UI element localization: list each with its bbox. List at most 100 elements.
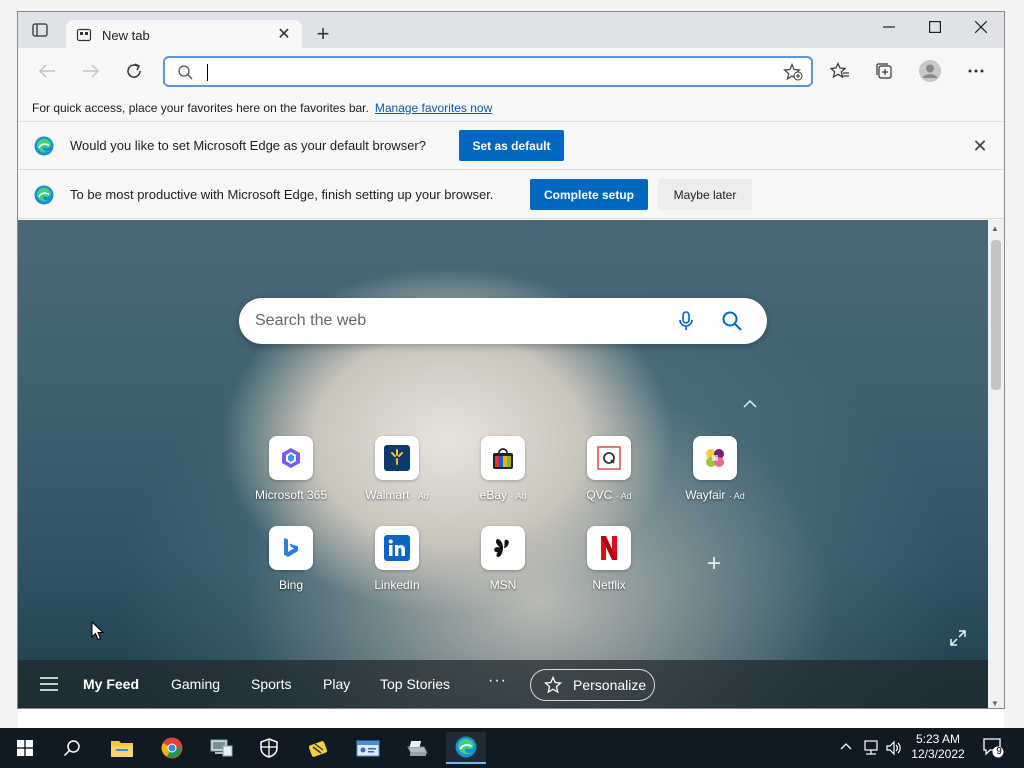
taskbar-file-explorer[interactable] [102, 732, 142, 764]
tile-ebay[interactable]: eBay · Ad [458, 436, 548, 502]
action-center-button[interactable]: 9 [982, 736, 1004, 758]
shield-icon [260, 738, 278, 758]
feed-tab-play[interactable]: Play [323, 676, 350, 692]
new-tab-page: Search the web Microsoft 365 Walmart · A… [18, 220, 988, 708]
edge-logo-icon [34, 136, 54, 156]
network-icon[interactable] [862, 740, 880, 756]
back-arrow-icon [38, 64, 55, 78]
tile-msn[interactable]: MSN [458, 526, 548, 592]
edge-logo-icon [455, 736, 477, 758]
desktop-background-left [0, 0, 18, 728]
personalize-button[interactable]: Personalize [530, 669, 655, 701]
favorites-bar-hint: For quick access, place your favorites h… [32, 100, 369, 115]
wayfair-icon [706, 449, 724, 467]
tab-title: New tab [102, 27, 150, 43]
printer-icon [407, 741, 428, 756]
taskbar-search-button[interactable] [52, 732, 92, 764]
feed-more-button[interactable]: ··· [488, 672, 507, 690]
taskbar-security[interactable] [249, 732, 289, 764]
text-caret [207, 64, 208, 81]
set-as-default-button[interactable]: Set as default [459, 130, 564, 161]
notification-count-badge: 9 [996, 746, 1002, 757]
tile-bing[interactable]: Bing [246, 526, 336, 592]
collections-icon [876, 63, 892, 79]
manage-favorites-link[interactable]: Manage favorites now [375, 101, 492, 115]
scroll-down-icon[interactable]: ▼ [991, 699, 999, 708]
volume-icon[interactable] [885, 740, 901, 756]
clock-date: 12/3/2022 [911, 747, 965, 761]
walmart-icon [384, 445, 410, 471]
setup-message: To be most productive with Microsoft Edg… [70, 187, 494, 202]
feed-tab-top-stories[interactable]: Top Stories [380, 676, 450, 692]
feed-tab-my-feed[interactable]: My Feed [83, 676, 139, 692]
feed-tab-sports[interactable]: Sports [251, 676, 291, 692]
new-tab-button[interactable]: + [312, 23, 334, 46]
refresh-icon [127, 63, 141, 78]
search-submit-icon[interactable] [721, 310, 743, 332]
forward-button[interactable] [78, 58, 104, 84]
microsoft-365-icon [282, 448, 300, 468]
browser-window: New tab ✕ + For quick access, place your… [17, 11, 1005, 709]
page-scrollbar[interactable]: ▲ ▼ [988, 220, 1004, 708]
web-search-box[interactable]: Search the web [239, 298, 767, 344]
tile-netflix[interactable]: Netflix [564, 526, 654, 592]
favorites-button[interactable] [829, 60, 851, 82]
tab-bar: New tab ✕ + [18, 12, 1004, 50]
windows-logo-icon [17, 740, 33, 756]
msn-butterfly-icon [494, 539, 509, 557]
search-icon [63, 740, 80, 757]
tile-walmart[interactable]: Walmart · Ad [352, 436, 442, 502]
profile-button[interactable] [919, 60, 941, 82]
close-infobar-icon[interactable]: ✕ [972, 137, 988, 155]
close-window-button[interactable] [958, 12, 1004, 42]
edge-logo-icon [34, 185, 54, 205]
maybe-later-button[interactable]: Maybe later [658, 179, 752, 210]
tab-actions-icon[interactable] [30, 22, 50, 38]
back-button[interactable] [34, 58, 60, 84]
favorites-icon [830, 62, 849, 79]
hamburger-menu-icon[interactable] [40, 677, 58, 691]
tab-new-tab[interactable]: New tab ✕ [66, 20, 302, 50]
scrollbar-thumb[interactable] [991, 240, 1001, 390]
chrome-icon [161, 737, 183, 759]
collections-button[interactable] [873, 60, 895, 82]
search-icon [178, 65, 193, 80]
tile-wayfair[interactable]: Wayfair · Ad [670, 436, 760, 502]
add-site-icon[interactable]: + [703, 552, 725, 576]
chevron-up-icon[interactable] [742, 398, 758, 410]
system-clock[interactable]: 5:23 AM 12/3/2022 [906, 732, 970, 762]
taskbar-app-network[interactable] [201, 732, 241, 764]
hand-tool-icon [308, 741, 328, 757]
feed-tab-gaming[interactable]: Gaming [171, 676, 220, 692]
minimize-button[interactable] [866, 12, 912, 42]
setup-infobar: To be most productive with Microsoft Edg… [18, 171, 1004, 219]
taskbar-app-hand[interactable] [298, 732, 338, 764]
tile-microsoft-365[interactable]: Microsoft 365 [246, 436, 336, 502]
tab-close-icon[interactable]: ✕ [276, 27, 292, 43]
taskbar-app-contacts[interactable] [348, 732, 388, 764]
contacts-card-icon [356, 740, 380, 757]
address-input[interactable] [205, 62, 765, 82]
microphone-icon[interactable] [675, 310, 697, 332]
tile-linkedin[interactable]: LinkedIn [352, 526, 442, 592]
default-browser-message: Would you like to set Microsoft Edge as … [70, 138, 426, 153]
tile-qvc[interactable]: QVC · Ad [564, 436, 654, 502]
maximize-button[interactable] [912, 12, 958, 42]
desktop-background-right [1004, 0, 1024, 728]
start-button[interactable] [5, 732, 45, 764]
expand-icon[interactable] [950, 630, 966, 646]
scroll-up-icon[interactable]: ▲ [991, 224, 999, 233]
add-favorite-icon[interactable] [783, 63, 803, 81]
taskbar-chrome[interactable] [152, 732, 192, 764]
bing-icon [284, 538, 298, 557]
taskbar-app-printer[interactable] [397, 732, 437, 764]
address-bar[interactable] [163, 56, 813, 87]
taskbar-edge[interactable] [446, 732, 486, 764]
feed-navigation-bar: My Feed Gaming Sports Play Top Stories ·… [18, 660, 988, 708]
show-hidden-icons-chevron-icon[interactable] [840, 742, 852, 750]
mouse-cursor-icon [91, 621, 105, 641]
web-search-placeholder: Search the web [255, 312, 367, 329]
settings-more-button[interactable] [965, 60, 987, 82]
complete-setup-button[interactable]: Complete setup [530, 179, 648, 210]
refresh-button[interactable] [121, 58, 147, 84]
